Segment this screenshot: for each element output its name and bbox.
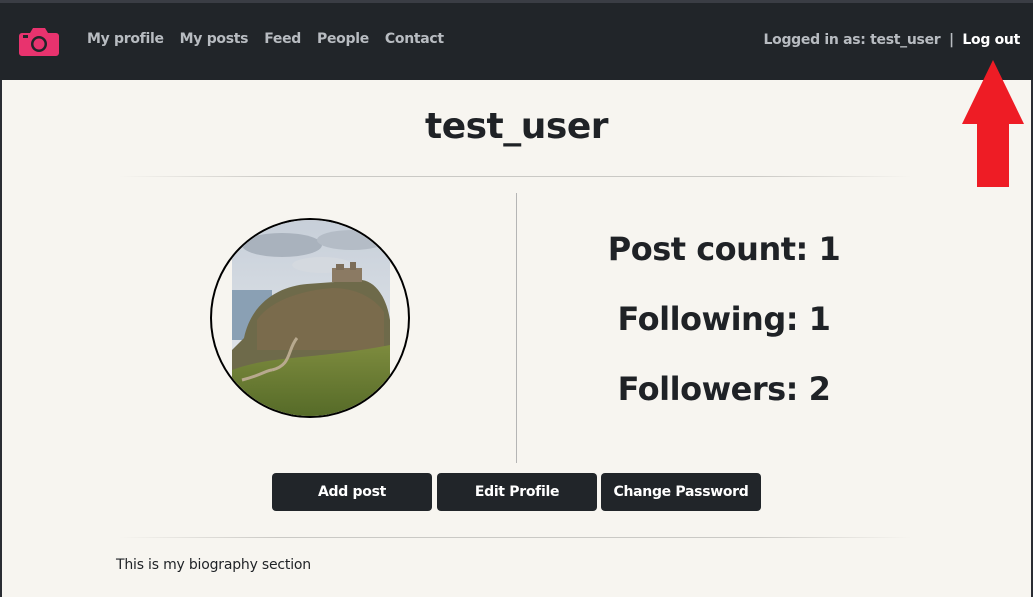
biography-text: This is my biography section [116, 557, 311, 573]
nav-links: My profile My posts Feed People Contact [87, 31, 444, 47]
window-left-border [0, 80, 2, 597]
nav-link-contact[interactable]: Contact [385, 31, 444, 47]
divider-bottom [118, 537, 912, 538]
stat-following[interactable]: Following: 1 [517, 295, 931, 365]
add-post-button[interactable]: Add post [272, 473, 432, 511]
castle-photo [232, 220, 390, 416]
stat-post-count: Post count: 1 [607, 230, 841, 268]
nav-link-my-posts[interactable]: My posts [180, 31, 249, 47]
edit-profile-button[interactable]: Edit Profile [437, 473, 597, 511]
logged-in-text: Logged in as: test_user [763, 32, 941, 48]
nav-link-feed[interactable]: Feed [264, 31, 301, 47]
nav-separator: | [948, 32, 954, 48]
avatar [210, 218, 410, 418]
change-password-button[interactable]: Change Password [601, 473, 761, 511]
user-status: Logged in as: test_user | Log out [764, 32, 1021, 48]
camera-icon[interactable] [19, 25, 59, 57]
profile-username: test_user [425, 106, 609, 147]
divider-top [118, 176, 912, 177]
stat-followers[interactable]: Followers: 2 [517, 365, 931, 435]
logout-link[interactable]: Log out [962, 32, 1020, 48]
navbar: My profile My posts Feed People Contact … [0, 3, 1033, 80]
profile-stats: Post count: 1 Following: 1 Followers: 2 [517, 225, 931, 435]
nav-link-people[interactable]: People [317, 31, 369, 47]
nav-link-my-profile[interactable]: My profile [87, 31, 164, 47]
